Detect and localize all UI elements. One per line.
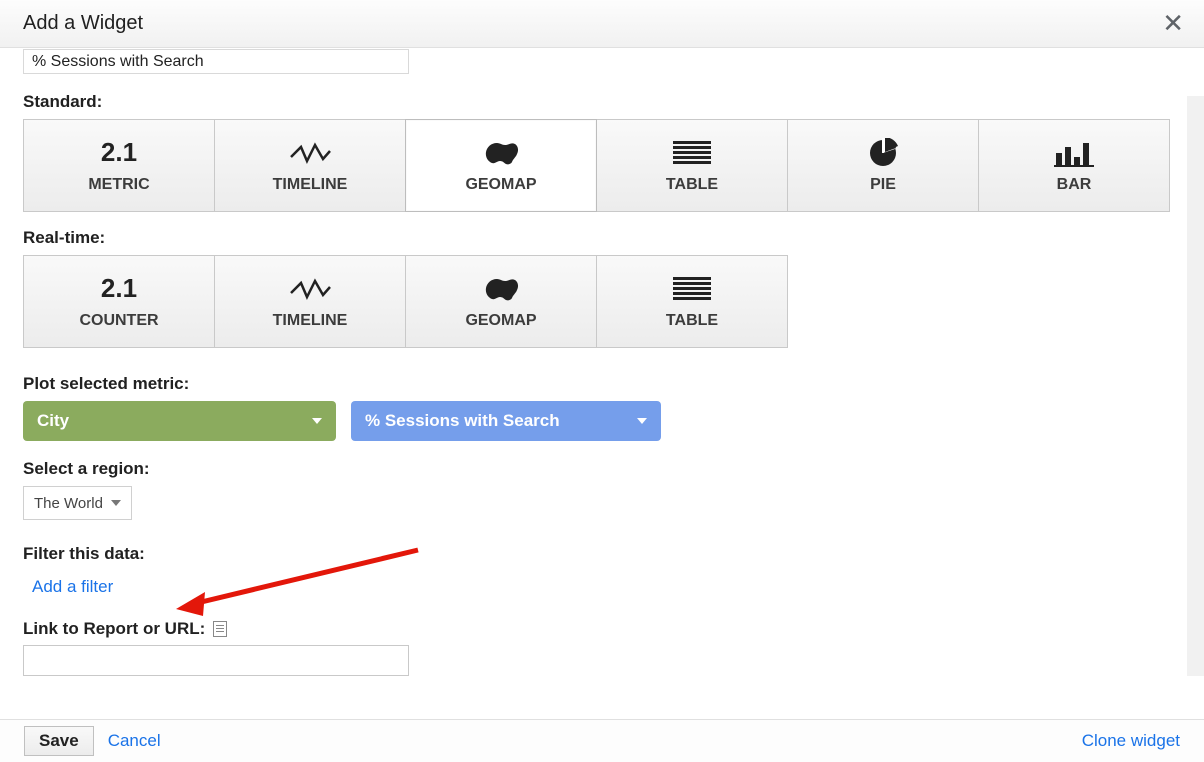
region-select[interactable]: The World bbox=[23, 486, 132, 520]
widget-type-label: COUNTER bbox=[79, 312, 158, 330]
widget-type-label: GEOMAP bbox=[465, 312, 536, 330]
dimension-value: City bbox=[37, 411, 69, 431]
geomap-icon bbox=[481, 138, 521, 168]
metric-value: % Sessions with Search bbox=[365, 411, 560, 431]
save-button[interactable]: Save bbox=[24, 726, 94, 756]
dialog-title: Add a Widget bbox=[23, 12, 143, 35]
widget-type-label: TABLE bbox=[666, 312, 718, 330]
pie-icon bbox=[868, 138, 898, 168]
standard-pie-button[interactable]: PIE bbox=[787, 119, 979, 212]
widget-type-label: PIE bbox=[870, 176, 896, 194]
standard-metric-button[interactable]: 2.1 METRIC bbox=[23, 119, 215, 212]
widget-type-label: GEOMAP bbox=[465, 176, 536, 194]
table-icon bbox=[673, 274, 711, 304]
geomap-icon bbox=[481, 274, 521, 304]
widget-type-label: TIMELINE bbox=[273, 176, 348, 194]
add-filter-link[interactable]: Add a filter bbox=[32, 577, 113, 597]
widget-type-label: TABLE bbox=[666, 176, 718, 194]
region-label: Select a region: bbox=[23, 459, 1181, 479]
standard-timeline-button[interactable]: TIMELINE bbox=[214, 119, 406, 212]
link-label: Link to Report or URL: bbox=[23, 619, 205, 639]
region-value: The World bbox=[34, 495, 103, 512]
dialog-footer: Save Cancel Clone widget bbox=[0, 719, 1204, 762]
standard-label: Standard: bbox=[23, 92, 1181, 112]
widget-type-label: BAR bbox=[1057, 176, 1092, 194]
chevron-down-icon bbox=[312, 418, 322, 424]
standard-geomap-button[interactable]: GEOMAP bbox=[405, 119, 597, 212]
standard-row: 2.1 METRIC TIMELINE GEOMAP TABLE PIE BAR bbox=[23, 119, 1181, 212]
realtime-label: Real-time: bbox=[23, 228, 1181, 248]
widget-type-label: METRIC bbox=[88, 176, 149, 194]
widget-title-input[interactable] bbox=[23, 49, 409, 74]
widget-type-label: TIMELINE bbox=[273, 312, 348, 330]
metric-icon: 2.1 bbox=[101, 138, 137, 168]
dimension-select[interactable]: City bbox=[23, 401, 336, 441]
plot-row: City % Sessions with Search bbox=[23, 401, 1181, 441]
scrollbar[interactable] bbox=[1187, 96, 1204, 676]
timeline-icon bbox=[289, 138, 331, 168]
chevron-down-icon bbox=[111, 500, 121, 506]
link-input[interactable] bbox=[23, 645, 409, 676]
document-icon bbox=[213, 621, 227, 637]
close-icon[interactable]: ✕ bbox=[1154, 4, 1192, 43]
realtime-timeline-button[interactable]: TIMELINE bbox=[214, 255, 406, 348]
filter-label: Filter this data: bbox=[23, 544, 1181, 564]
clone-widget-link[interactable]: Clone widget bbox=[1082, 731, 1180, 751]
realtime-geomap-button[interactable]: GEOMAP bbox=[405, 255, 597, 348]
cancel-link[interactable]: Cancel bbox=[108, 731, 161, 751]
metric-select[interactable]: % Sessions with Search bbox=[351, 401, 661, 441]
standard-table-button[interactable]: TABLE bbox=[596, 119, 788, 212]
dialog-header: Add a Widget ✕ bbox=[0, 0, 1204, 48]
chevron-down-icon bbox=[637, 418, 647, 424]
bar-icon bbox=[1054, 138, 1094, 168]
realtime-counter-button[interactable]: 2.1 COUNTER bbox=[23, 255, 215, 348]
timeline-icon bbox=[289, 274, 331, 304]
standard-bar-button[interactable]: BAR bbox=[978, 119, 1170, 212]
metric-icon: 2.1 bbox=[101, 274, 137, 304]
realtime-row: 2.1 COUNTER TIMELINE GEOMAP TABLE bbox=[23, 255, 1181, 348]
table-icon bbox=[673, 138, 711, 168]
plot-label: Plot selected metric: bbox=[23, 374, 1181, 394]
dialog-content: Standard: 2.1 METRIC TIMELINE GEOMAP TABL… bbox=[0, 48, 1204, 719]
realtime-table-button[interactable]: TABLE bbox=[596, 255, 788, 348]
